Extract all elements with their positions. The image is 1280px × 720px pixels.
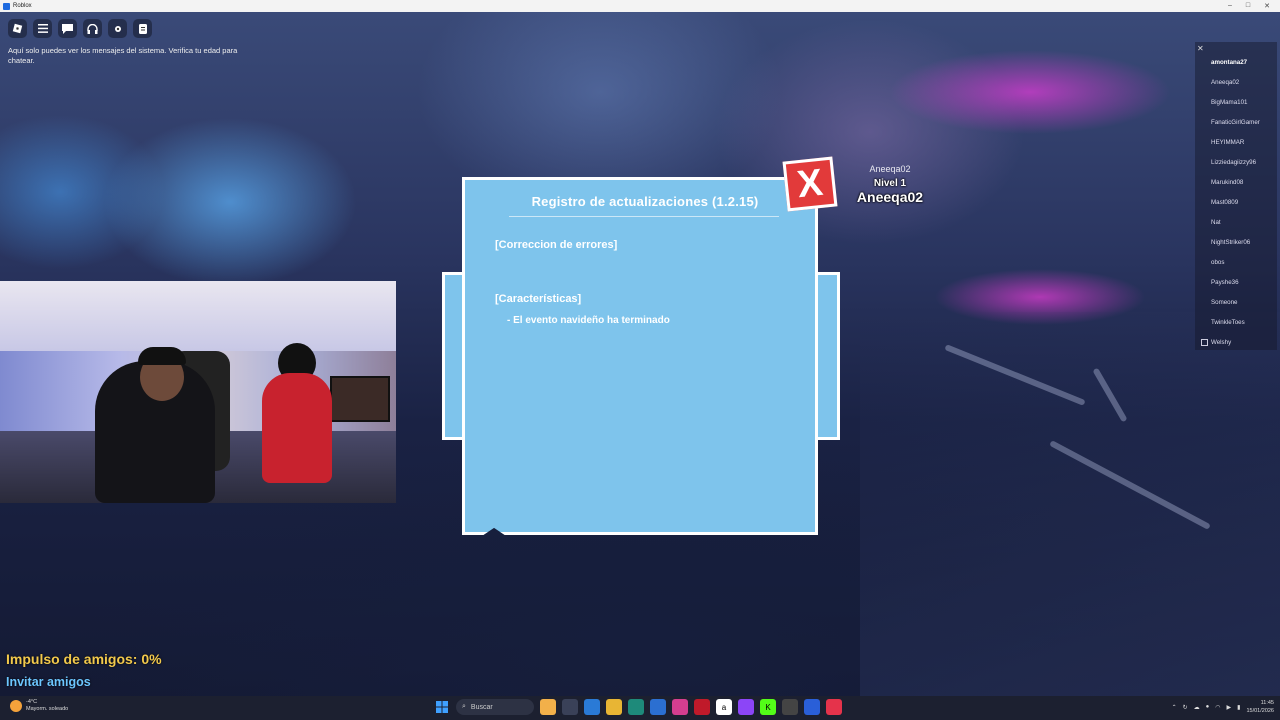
amazon-icon[interactable]: a [716,699,732,715]
kick-icon[interactable]: K [760,699,776,715]
player-list-item[interactable]: Someone [1211,299,1238,306]
copilot-icon[interactable] [584,699,600,715]
music-app-icon[interactable] [826,699,842,715]
close-icon: X [795,161,825,207]
weather-widget[interactable]: -4°C Mayorm. soleado [10,699,68,713]
section-heading-features: [Características] [495,293,582,305]
player-list-item[interactable]: BigMama101 [1211,99,1247,106]
window-titlebar: Roblox – □ ✕ [0,0,1280,12]
mail-icon[interactable] [650,699,666,715]
overhead-level: Nivel 1 [873,178,907,189]
weather-sun-icon [10,700,22,712]
streamer-cap [138,347,186,365]
player-list: ✕ amontana27 Aneeqa02 BigMama101 Fanatic… [1195,42,1277,350]
update-log-dialog: Registro de actualizaciones (1.2.15) [Co… [440,175,840,535]
second-person-body [262,373,332,483]
premium-icon [1201,339,1208,346]
player-name: Welshy [1211,339,1232,347]
instagram-icon[interactable] [672,699,688,715]
close-dialog-button[interactable]: X [782,156,838,212]
taskbar-center: ⌕ Buscar a K [434,699,842,715]
edge-icon[interactable] [628,699,644,715]
taskbar-clock[interactable]: 11:45 15/01/2026 [1246,699,1274,715]
update-log-title: Registro de actualizaciones (1.2.15) [531,194,759,209]
twitch-icon[interactable] [738,699,754,715]
chevron-up-icon[interactable]: ⌃ [1172,704,1177,711]
cloud-icon[interactable]: ☁ [1194,704,1200,711]
minimize-button[interactable]: – [1228,2,1232,10]
player-list-item[interactable]: amontana27 [1211,59,1247,66]
player-list-item[interactable]: Marukind08 [1211,179,1243,186]
volume-icon[interactable]: ▶ [1227,704,1232,711]
chrome-icon[interactable] [782,699,798,715]
player-list-item[interactable]: obos [1211,259,1224,266]
system-tray: ⌃ ↻ ☁ ● ◠ ▶ ▮ 11:45 15/01/2026 [1172,699,1274,715]
player-list-item[interactable]: Lizziedagiizzy96 [1211,159,1256,166]
roblox-taskbar-icon[interactable] [804,699,820,715]
clock-time: 11:45 [1260,700,1274,706]
headphones-icon[interactable] [83,19,102,38]
windows-start-icon[interactable] [434,699,450,715]
clock-date: 15/01/2026 [1246,708,1274,714]
player-list-item[interactable]: Aneeqa02 [1211,79,1239,86]
backpack-icon[interactable] [133,19,152,38]
gear-icon[interactable] [108,19,127,38]
weather-desc: Mayorm. soleado [26,706,69,712]
road [860,312,1280,696]
player-list-item[interactable]: TwinkleToes [1211,319,1245,326]
player-list-close-button[interactable]: ✕ [1197,44,1204,53]
wifi-icon[interactable]: ◠ [1215,704,1220,711]
menu-icon[interactable] [33,19,52,38]
section-heading-bugfixes: [Correccion de errores] [495,239,618,251]
title-underline [509,216,779,217]
weather-temp: -4°C [26,699,38,705]
maximize-button[interactable]: □ [1246,2,1250,10]
file-explorer-icon[interactable] [606,699,622,715]
player-list-item[interactable]: NightStriker06 [1211,239,1250,246]
close-window-button[interactable]: ✕ [1264,2,1270,10]
player-list-item[interactable]: Welshy [1201,339,1231,346]
system-message: Aquí solo puedes ver los mensajes del si… [8,46,238,65]
search-placeholder: Buscar [470,703,493,711]
player-overhead-tag: Aneeqa02 Nivel 1 Aneeqa02 [848,164,932,205]
wall-picture [330,376,390,422]
sync-icon[interactable]: ↻ [1183,704,1188,711]
player-list-item[interactable]: Mast0809 [1211,199,1238,206]
roblox-topbar [8,19,152,38]
battery-icon[interactable]: ▮ [1237,704,1240,711]
window-title: Roblox [13,3,32,9]
taskbar-search[interactable]: ⌕ Buscar [456,699,534,715]
webcam-overlay [0,281,396,503]
windows-taskbar: -4°C Mayorm. soleado ⌕ Buscar a K ⌃ ↻ ☁ … [0,696,1280,720]
bing-widget-icon[interactable] [540,699,556,715]
search-icon: ⌕ [462,703,466,710]
friends-boost-label: Impulso de amigos: 0% [6,651,162,667]
player-list-item[interactable]: HEYIMMAR [1211,139,1244,146]
invite-friends-button[interactable]: Invitar amigos [6,675,91,689]
player-list-item[interactable]: FanaticGirlGamer [1211,119,1260,126]
update-log-panel: Registro de actualizaciones (1.2.15) [Co… [462,177,818,535]
roblox-app-icon [3,2,10,10]
roblox-logo-icon[interactable] [8,19,27,38]
feature-item: - El evento navideño ha terminado [507,315,670,326]
task-view-icon[interactable] [562,699,578,715]
player-list-item[interactable]: Payshe36 [1211,279,1239,286]
chat-icon[interactable] [58,19,77,38]
youtube-icon[interactable] [694,699,710,715]
player-list-item[interactable]: Nat [1211,219,1221,226]
mic-icon[interactable]: ● [1206,704,1210,710]
overhead-username: Aneeqa02 [869,164,911,174]
overhead-display-name: Aneeqa02 [856,189,924,205]
webcam-wall [0,281,396,351]
